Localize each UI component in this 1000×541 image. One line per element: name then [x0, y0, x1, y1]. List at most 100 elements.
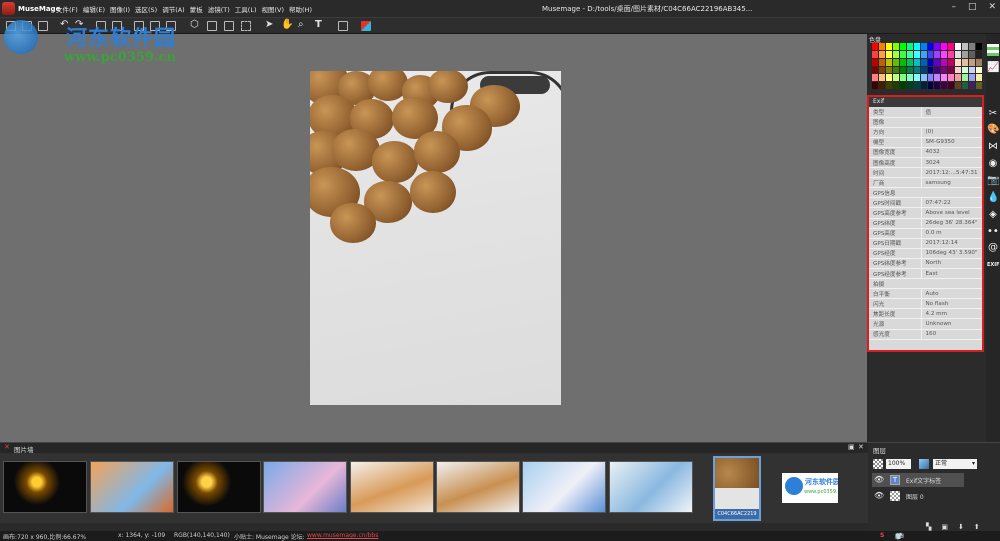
menu-file[interactable]: 文件(F): [56, 4, 78, 14]
layer-opacity-field[interactable]: 100%: [886, 459, 911, 469]
color-swatch[interactable]: [976, 74, 982, 82]
color-swatch[interactable]: [920, 58, 927, 66]
color-swatch[interactable]: [934, 66, 941, 74]
color-swatch[interactable]: [962, 43, 969, 50]
color-swatch[interactable]: [969, 82, 976, 89]
thumbnail[interactable]: [177, 461, 261, 513]
color-swatch[interactable]: [906, 74, 913, 82]
menu-mask[interactable]: 蒙板: [190, 4, 203, 14]
color-swatch[interactable]: [941, 82, 948, 89]
crop-icon[interactable]: [134, 21, 144, 31]
undo-icon[interactable]: ↶: [60, 19, 68, 30]
color-swatch[interactable]: [872, 66, 878, 74]
color-swatch[interactable]: [969, 50, 976, 58]
filmstrip-close-icon[interactable]: ✕: [4, 443, 10, 451]
color-swatch[interactable]: [878, 82, 885, 89]
color-swatch[interactable]: [934, 58, 941, 66]
at-icon[interactable]: @: [987, 242, 999, 254]
thumbnail-logo[interactable]: 河东软件园 www.pc0359.cn: [782, 473, 838, 503]
minimize-button[interactable]: –: [951, 2, 956, 12]
color-swatch[interactable]: [913, 50, 920, 58]
diamond-icon[interactable]: ◈: [987, 209, 999, 221]
color-swatch[interactable]: [892, 66, 899, 74]
color-swatch[interactable]: [906, 82, 913, 89]
color-swatch[interactable]: [941, 50, 948, 58]
maximize-button[interactable]: □: [968, 2, 977, 12]
move-up-icon[interactable]: ⬆: [974, 523, 980, 531]
swatch-panel-icon[interactable]: [987, 44, 999, 56]
eye-icon[interactable]: 👁: [874, 491, 884, 500]
filmstrip-options-icon[interactable]: ▣: [848, 443, 855, 451]
color-swatch[interactable]: [920, 43, 927, 50]
layer-row[interactable]: 👁 T Exif文字标签: [872, 473, 964, 487]
rotate-icon[interactable]: [166, 21, 176, 31]
color-swatch[interactable]: [872, 58, 878, 66]
color-swatch[interactable]: [934, 82, 941, 89]
color-swatch[interactable]: [913, 66, 920, 74]
color-swatch[interactable]: [885, 74, 892, 82]
menu-help[interactable]: 帮助(H): [289, 4, 312, 14]
hand-icon[interactable]: ✋: [281, 19, 293, 30]
color-swatch[interactable]: [913, 74, 920, 82]
camera-icon[interactable]: 📷: [987, 175, 999, 187]
color-swatch[interactable]: [976, 82, 982, 89]
color-swatch[interactable]: [969, 66, 976, 74]
color-swatch[interactable]: [892, 50, 899, 58]
color-swatch[interactable]: [906, 43, 913, 50]
drop-icon[interactable]: 💧: [987, 192, 999, 204]
hex-settings-icon[interactable]: ⬡: [190, 19, 199, 30]
color-swatch[interactable]: [872, 50, 878, 58]
layer-row[interactable]: 👁 图层 0: [872, 489, 964, 503]
color-swatch[interactable]: [934, 50, 941, 58]
color-swatch[interactable]: [927, 74, 934, 82]
color-swatch[interactable]: [927, 50, 934, 58]
brush-icon[interactable]: ✂: [987, 108, 999, 120]
color-swatch[interactable]: [899, 58, 906, 66]
menu-select[interactable]: 选区(S): [135, 4, 157, 14]
blend-mode-select[interactable]: 正常 ▾: [933, 459, 977, 469]
ime-s-icon[interactable]: S: [880, 532, 884, 539]
thumbnail[interactable]: [90, 461, 174, 513]
color-picker-icon[interactable]: [361, 21, 371, 31]
color-swatch[interactable]: [948, 50, 955, 58]
exif-tab-icon[interactable]: EXIF: [987, 259, 1000, 271]
palette-icon[interactable]: 🎨: [987, 124, 999, 136]
color-swatch[interactable]: [962, 74, 969, 82]
color-swatch[interactable]: [878, 58, 885, 66]
zoom-icon[interactable]: ⌕: [298, 19, 304, 30]
color-swatch[interactable]: [892, 82, 899, 89]
move-down-icon[interactable]: ⬇: [958, 523, 964, 531]
color-swatch[interactable]: [899, 50, 906, 58]
color-swatch[interactable]: [899, 66, 906, 74]
color-swatch[interactable]: [899, 82, 906, 89]
color-swatch[interactable]: [892, 43, 899, 50]
color-swatch[interactable]: [948, 66, 955, 74]
color-swatch[interactable]: [885, 66, 892, 74]
color-swatch[interactable]: [941, 58, 948, 66]
color-swatch[interactable]: [927, 43, 934, 50]
menu-edit[interactable]: 编辑(E): [83, 4, 105, 14]
open-file-icon[interactable]: [22, 21, 32, 31]
color-swatch[interactable]: [872, 82, 878, 89]
color-swatch[interactable]: [913, 82, 920, 89]
color-swatch[interactable]: [906, 58, 913, 66]
layers-icon[interactable]: [338, 21, 348, 31]
thumbnail[interactable]: [3, 461, 87, 513]
text-tool-icon[interactable]: T: [315, 19, 322, 30]
new-layer-icon[interactable]: ▚: [926, 523, 931, 531]
color-swatch[interactable]: [955, 43, 962, 50]
color-swatch[interactable]: [976, 58, 982, 66]
color-swatch[interactable]: [878, 74, 885, 82]
color-swatch[interactable]: [927, 66, 934, 74]
color-swatch[interactable]: [913, 43, 920, 50]
color-swatch[interactable]: [934, 43, 941, 50]
color-swatch[interactable]: [955, 50, 962, 58]
menu-filter[interactable]: 滤镜(T): [208, 4, 230, 14]
color-swatch[interactable]: [920, 74, 927, 82]
grid-tray-icon[interactable]: ▦: [895, 533, 901, 540]
menu-adjust[interactable]: 调节(A): [162, 4, 185, 14]
redo-icon[interactable]: ↷: [75, 19, 83, 30]
color-swatch[interactable]: [885, 82, 892, 89]
color-swatch[interactable]: [948, 58, 955, 66]
save-icon[interactable]: [38, 21, 48, 31]
